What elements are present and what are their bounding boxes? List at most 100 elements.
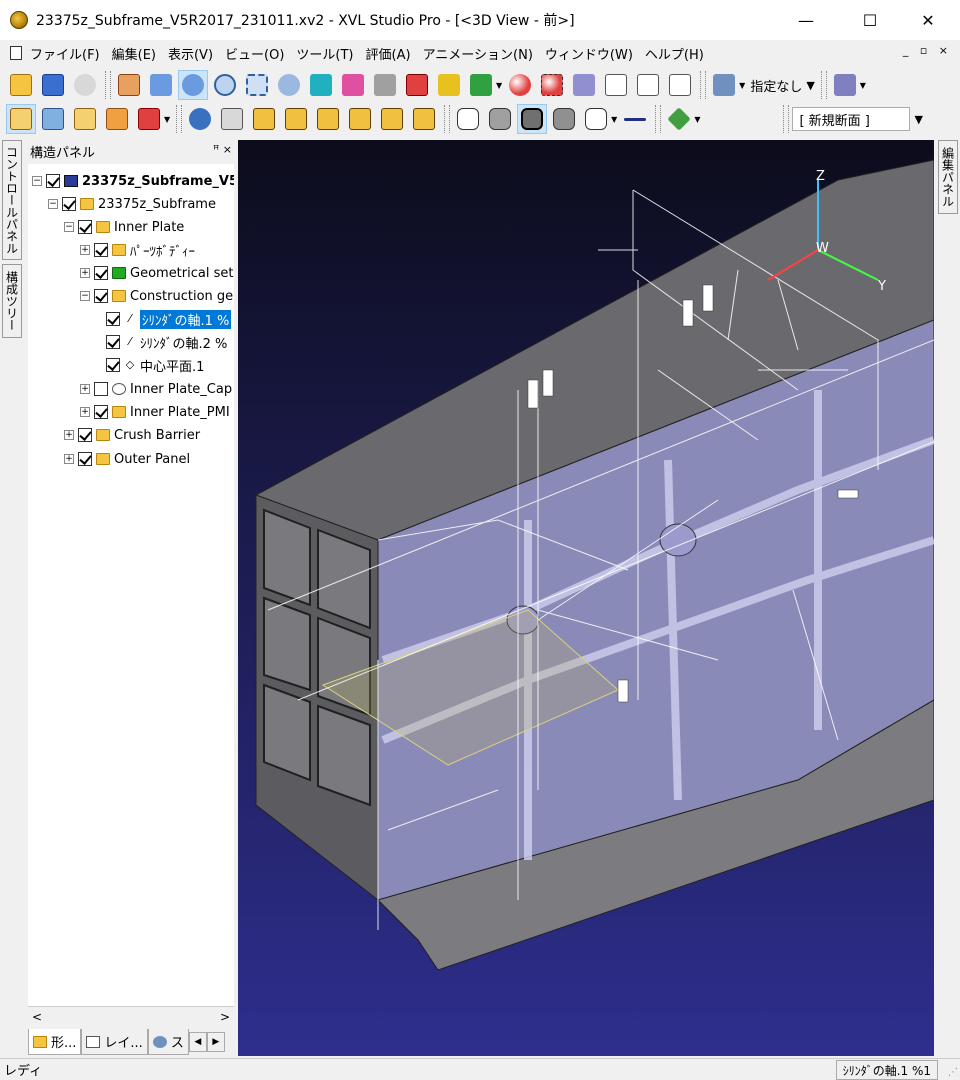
resize-grip-icon[interactable]: ⋰ [948, 1067, 958, 1078]
tab-scroll-left[interactable]: ◀ [188, 1032, 207, 1052]
chevron-left-icon[interactable]: < [32, 1010, 42, 1024]
maximize-button[interactable]: ☐ [842, 0, 898, 40]
menu-viewpoint[interactable]: ビュー(O) [219, 44, 290, 63]
layer-toggle[interactable] [70, 104, 100, 134]
tree-node-center-plane[interactable]: ◇ 中心平面.1 [106, 354, 204, 376]
line-style-button[interactable] [620, 104, 650, 134]
menu-tools[interactable]: ツール(T) [290, 44, 359, 63]
collapse-icon[interactable]: − [64, 222, 74, 232]
section-combo[interactable]: [ 新規断面 ] [792, 107, 911, 131]
chevron-right-icon[interactable]: > [220, 1010, 230, 1024]
chevron-down-icon[interactable]: ▼ [164, 115, 170, 124]
structure-panel-toggle[interactable] [6, 104, 36, 134]
visibility-checkbox[interactable] [94, 243, 108, 257]
expand-icon[interactable]: + [64, 430, 74, 440]
visibility-checkbox[interactable] [106, 312, 120, 326]
tree-node-outer-panel[interactable]: + Outer Panel [64, 448, 190, 470]
save-button[interactable] [38, 70, 68, 100]
visibility-checkbox[interactable] [94, 289, 108, 303]
menu-view[interactable]: 表示(V) [162, 44, 219, 63]
edit-panel-tab[interactable]: 編集パネル [938, 140, 958, 214]
tree-node-capture[interactable]: + Inner Plate_Cap [80, 378, 232, 400]
view-left-button[interactable] [313, 104, 343, 134]
expand-icon[interactable]: + [64, 454, 74, 464]
expand-icon[interactable]: + [80, 407, 90, 417]
select-edge-button[interactable] [370, 70, 400, 100]
tree-horizontal-scrollbar[interactable]: < > [28, 1006, 234, 1026]
select-part-button[interactable] [306, 70, 336, 100]
sphere-button[interactable] [505, 70, 535, 100]
paint-bucket-button[interactable] [709, 70, 739, 100]
visibility-checkbox[interactable] [78, 428, 92, 442]
visibility-checkbox[interactable] [78, 220, 92, 234]
menu-file[interactable]: ファイル(F) [24, 44, 106, 63]
menu-evaluate[interactable]: 評価(A) [360, 44, 417, 63]
pan-button[interactable] [146, 70, 176, 100]
rotate-button[interactable] [178, 70, 208, 100]
visibility-checkbox[interactable] [106, 335, 120, 349]
control-panel-tab[interactable]: コントロールパネル [2, 140, 22, 260]
tree-node-construction[interactable]: − Construction ge [80, 285, 233, 307]
view-right-button[interactable] [345, 104, 375, 134]
chevron-down-icon[interactable]: ▼ [860, 81, 866, 90]
document-icon[interactable] [10, 46, 22, 60]
tree-node-root[interactable]: − 23375z_Subframe_V5R [32, 170, 234, 192]
select-face-button[interactable] [338, 70, 368, 100]
collapse-icon[interactable]: − [48, 199, 58, 209]
zoom-window-button[interactable] [242, 70, 272, 100]
chevron-down-icon[interactable]: ▼ [806, 79, 814, 92]
tab-scroll-right[interactable]: ▶ [206, 1032, 225, 1052]
3d-model-render[interactable]: Z Y W [238, 140, 934, 1056]
tree-node-subframe[interactable]: − 23375z_Subframe [48, 193, 216, 215]
visibility-checkbox[interactable] [78, 452, 92, 466]
visibility-checkbox[interactable] [62, 197, 76, 211]
select-green-button[interactable] [466, 70, 496, 100]
xvl-app-icon[interactable] [10, 11, 28, 29]
visibility-checkbox[interactable] [94, 405, 108, 419]
chevron-down-icon[interactable]: ▼ [611, 115, 617, 124]
transparent-button[interactable] [581, 104, 611, 134]
section-split-button[interactable] [830, 70, 860, 100]
menu-window[interactable]: ウィンドウ(W) [539, 44, 639, 63]
tree-node-pmi[interactable]: + Inner Plate_PMI [80, 401, 230, 423]
undo-button[interactable] [70, 70, 100, 100]
view-top-button[interactable] [377, 104, 407, 134]
view-bottom-button[interactable] [409, 104, 439, 134]
menu-animation[interactable]: アニメーション(N) [417, 44, 539, 63]
visibility-checkbox[interactable] [94, 382, 108, 396]
tab-other[interactable]: ス [147, 1029, 189, 1055]
shaded-button[interactable] [485, 104, 515, 134]
visibility-checkbox[interactable] [106, 358, 120, 372]
chevron-down-icon[interactable]: ▼ [739, 81, 745, 90]
pin-close-icon[interactable]: ꟸ × [213, 143, 232, 156]
sphere-select-button[interactable] [537, 70, 567, 100]
tree-node-crush-barrier[interactable]: + Crush Barrier [64, 424, 200, 446]
tree-node-inner-plate[interactable]: − Inner Plate [64, 216, 184, 238]
tree-node-cylinder-axis-1[interactable]: ⁄ ｼﾘﾝﾀﾞの軸.1 % [106, 308, 232, 330]
tree-node-geometrical-set[interactable]: + Geometrical set [80, 262, 233, 284]
mdi-window-controls[interactable]: _ ▫ × [903, 44, 952, 57]
tree-node-part-body[interactable]: + ﾊﾟｰﾂﾎﾞﾃﾞｨｰ [80, 239, 195, 261]
structure-tree-tab[interactable]: 構成ツリー [2, 264, 22, 338]
chevron-down-icon[interactable]: ▼ [496, 81, 502, 90]
expand-icon[interactable]: + [80, 384, 90, 394]
note-button[interactable] [601, 70, 631, 100]
fit-all-button[interactable] [217, 104, 247, 134]
zoom-button[interactable] [210, 70, 240, 100]
edit-toggle[interactable] [134, 104, 164, 134]
note2-button[interactable] [633, 70, 663, 100]
copy-button[interactable] [569, 70, 599, 100]
wireframe-button[interactable] [453, 104, 483, 134]
measure-button[interactable] [665, 70, 695, 100]
select-yellow-button[interactable] [434, 70, 464, 100]
grid-button[interactable] [664, 104, 694, 134]
view-back-button[interactable] [281, 104, 311, 134]
chevron-down-icon[interactable]: ▼ [914, 113, 922, 126]
tab-layer[interactable]: レイ... [81, 1029, 148, 1055]
fit-button[interactable] [274, 70, 304, 100]
shaded-edges-button[interactable] [517, 104, 548, 134]
expand-icon[interactable]: + [80, 268, 90, 278]
insert-toggle[interactable] [102, 104, 132, 134]
minimize-button[interactable]: — [778, 0, 834, 40]
open-button[interactable] [6, 70, 36, 100]
